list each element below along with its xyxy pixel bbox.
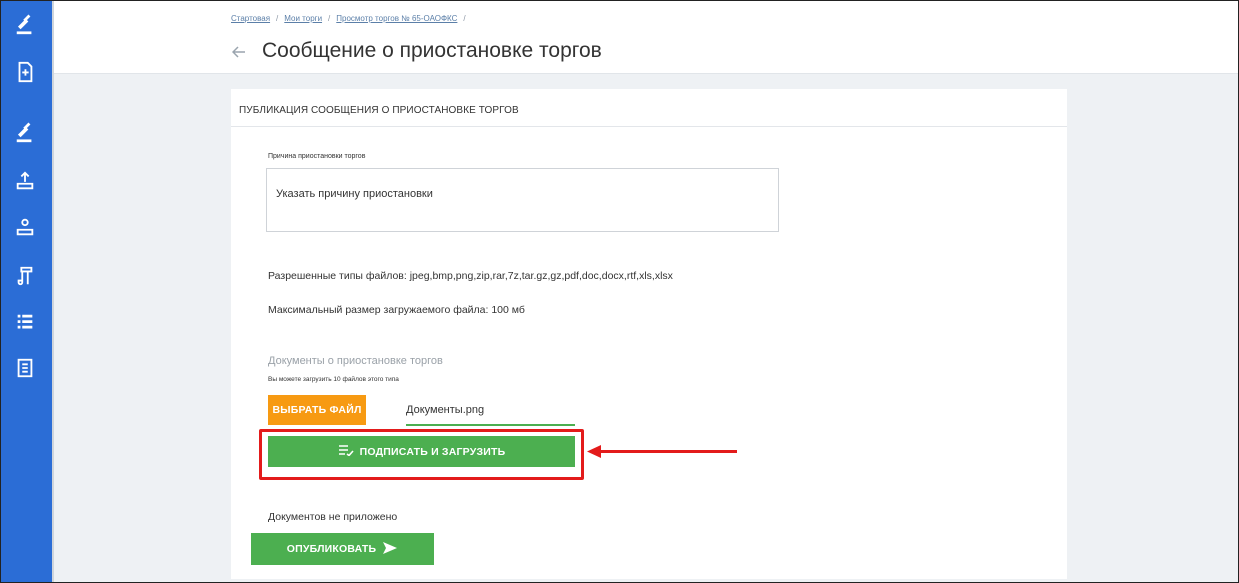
breadcrumb-item-my-auctions[interactable]: Мои торги (284, 14, 322, 23)
annotation-arrow (587, 445, 737, 458)
max-file-size: Максимальный размер загружаемого файла: … (268, 304, 525, 316)
reason-textarea[interactable]: Указать причину приостановки (266, 168, 779, 232)
user-download-icon[interactable] (13, 215, 37, 239)
back-arrow-icon[interactable] (231, 45, 246, 61)
app-window: Стартовая / Мои торги / Просмотр торгов … (0, 0, 1239, 583)
breadcrumb-separator: / (463, 14, 466, 23)
selected-file-name: Документы.png (406, 397, 575, 426)
allowed-file-types: Разрешенные типы файлов: jpeg,bmp,png,zi… (268, 270, 673, 282)
documents-heading: Документы о приостановке торгов (268, 355, 443, 367)
contacts-icon[interactable] (13, 356, 37, 380)
breadcrumb-separator: / (328, 14, 331, 23)
sign-and-upload-button[interactable]: ПОДПИСАТЬ И ЗАГРУЗИТЬ (268, 436, 575, 467)
document-add-icon[interactable] (13, 60, 37, 84)
breadcrumb: Стартовая / Мои торги / Просмотр торгов … (231, 14, 466, 23)
page-title: Сообщение о приостановке торгов (262, 39, 602, 62)
publication-card: ПУБЛИКАЦИЯ СООБЩЕНИЯ О ПРИОСТАНОВКЕ ТОРГ… (231, 89, 1067, 579)
documents-hint: Вы можете загрузить 10 файлов этого типа (268, 376, 399, 383)
user-upload-icon[interactable] (13, 169, 37, 193)
send-icon (382, 541, 398, 558)
sidebar (1, 1, 52, 582)
scroll-icon[interactable] (13, 264, 37, 288)
choose-file-button[interactable]: ВЫБРАТЬ ФАЙЛ (268, 395, 366, 425)
reason-label: Причина приостановки торгов (268, 153, 366, 160)
sign-icon (338, 444, 354, 459)
gavel-icon[interactable] (13, 13, 37, 37)
page-header: Стартовая / Мои торги / Просмотр торгов … (54, 1, 1238, 74)
card-title: ПУБЛИКАЦИЯ СООБЩЕНИЯ О ПРИОСТАНОВКЕ ТОРГ… (239, 105, 519, 116)
breadcrumb-item-home[interactable]: Стартовая (231, 14, 270, 23)
gavel-icon[interactable] (13, 121, 37, 145)
publish-button[interactable]: ОПУБЛИКОВАТЬ (251, 533, 434, 565)
publish-label: ОПУБЛИКОВАТЬ (286, 543, 377, 555)
sidebar-divider (52, 1, 54, 582)
breadcrumb-separator: / (276, 14, 279, 23)
list-icon[interactable] (13, 311, 37, 335)
breadcrumb-item-auction-view[interactable]: Просмотр торгов № 65-ОАОФКС (336, 14, 457, 23)
sign-and-upload-label: ПОДПИСАТЬ И ЗАГРУЗИТЬ (359, 445, 506, 458)
no-documents-text: Документов не приложено (268, 511, 398, 523)
card-header: ПУБЛИКАЦИЯ СООБЩЕНИЯ О ПРИОСТАНОВКЕ ТОРГ… (231, 89, 1067, 127)
